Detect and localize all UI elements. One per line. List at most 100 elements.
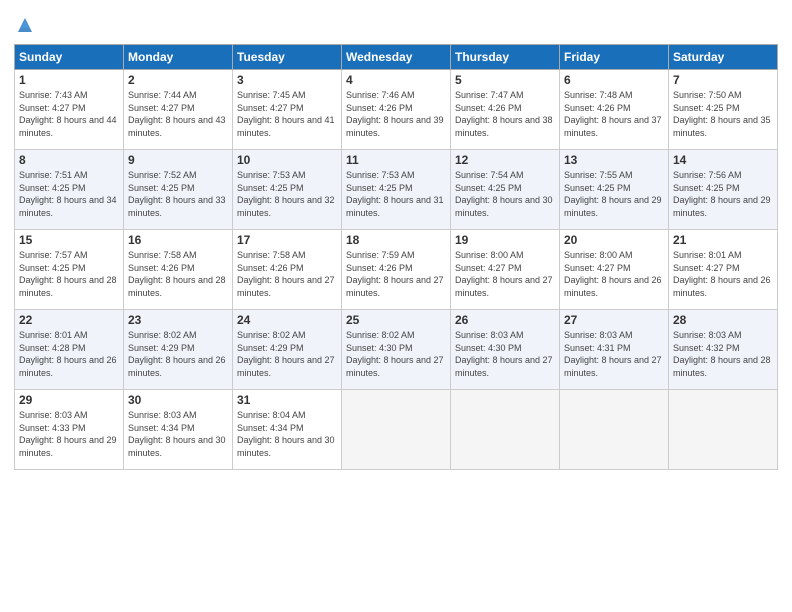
calendar-cell: 21 Sunrise: 8:01 AMSunset: 4:27 PMDayligh… — [669, 230, 778, 310]
day-number: 10 — [237, 153, 337, 167]
day-number: 6 — [564, 73, 664, 87]
day-info: Sunrise: 8:03 AMSunset: 4:30 PMDaylight:… — [455, 330, 553, 378]
calendar-cell: 1 Sunrise: 7:43 AMSunset: 4:27 PMDaylight… — [15, 70, 124, 150]
day-info: Sunrise: 7:43 AMSunset: 4:27 PMDaylight:… — [19, 90, 117, 138]
day-info: Sunrise: 7:59 AMSunset: 4:26 PMDaylight:… — [346, 250, 444, 298]
day-info: Sunrise: 8:00 AMSunset: 4:27 PMDaylight:… — [564, 250, 662, 298]
day-info: Sunrise: 8:00 AMSunset: 4:27 PMDaylight:… — [455, 250, 553, 298]
day-info: Sunrise: 8:02 AMSunset: 4:29 PMDaylight:… — [128, 330, 226, 378]
day-info: Sunrise: 8:03 AMSunset: 4:34 PMDaylight:… — [128, 410, 226, 458]
weekday-header-wednesday: Wednesday — [342, 45, 451, 70]
calendar-cell — [451, 390, 560, 470]
calendar-cell — [669, 390, 778, 470]
day-number: 11 — [346, 153, 446, 167]
calendar-cell: 30 Sunrise: 8:03 AMSunset: 4:34 PMDayligh… — [124, 390, 233, 470]
day-info: Sunrise: 7:48 AMSunset: 4:26 PMDaylight:… — [564, 90, 662, 138]
day-number: 4 — [346, 73, 446, 87]
day-info: Sunrise: 7:52 AMSunset: 4:25 PMDaylight:… — [128, 170, 226, 218]
day-info: Sunrise: 7:55 AMSunset: 4:25 PMDaylight:… — [564, 170, 662, 218]
day-number: 18 — [346, 233, 446, 247]
day-number: 20 — [564, 233, 664, 247]
day-number: 8 — [19, 153, 119, 167]
week-row-3: 15 Sunrise: 7:57 AMSunset: 4:25 PMDayligh… — [15, 230, 778, 310]
calendar-cell: 3Sunrise: 7:45 AMSunset: 4:27 PMDaylight… — [233, 70, 342, 150]
day-info: Sunrise: 8:02 AMSunset: 4:29 PMDaylight:… — [237, 330, 335, 378]
day-info: Sunrise: 8:03 AMSunset: 4:33 PMDaylight:… — [19, 410, 117, 458]
day-info: Sunrise: 7:54 AMSunset: 4:25 PMDaylight:… — [455, 170, 553, 218]
header — [14, 10, 778, 36]
week-row-1: 1 Sunrise: 7:43 AMSunset: 4:27 PMDaylight… — [15, 70, 778, 150]
day-info: Sunrise: 7:53 AMSunset: 4:25 PMDaylight:… — [237, 170, 335, 218]
day-info: Sunrise: 7:44 AMSunset: 4:27 PMDaylight:… — [128, 90, 226, 138]
calendar-cell: 17 Sunrise: 7:58 AMSunset: 4:26 PMDayligh… — [233, 230, 342, 310]
day-info: Sunrise: 7:53 AMSunset: 4:25 PMDaylight:… — [346, 170, 444, 218]
day-number: 15 — [19, 233, 119, 247]
calendar-cell: 29 Sunrise: 8:03 AMSunset: 4:33 PMDayligh… — [15, 390, 124, 470]
calendar-cell: 4 Sunrise: 7:46 AMSunset: 4:26 PMDaylight… — [342, 70, 451, 150]
day-number: 7 — [673, 73, 773, 87]
day-info: Sunrise: 7:45 AMSunset: 4:27 PMDaylight:… — [237, 90, 335, 138]
day-number: 1 — [19, 73, 119, 87]
day-number: 21 — [673, 233, 773, 247]
calendar-cell: 8 Sunrise: 7:51 AMSunset: 4:25 PMDaylight… — [15, 150, 124, 230]
week-row-4: 22Sunrise: 8:01 AMSunset: 4:28 PMDayligh… — [15, 310, 778, 390]
day-info: Sunrise: 8:02 AMSunset: 4:30 PMDaylight:… — [346, 330, 444, 378]
calendar-cell: 20 Sunrise: 8:00 AMSunset: 4:27 PMDayligh… — [560, 230, 669, 310]
day-info: Sunrise: 7:58 AMSunset: 4:26 PMDaylight:… — [128, 250, 226, 298]
weekday-header-thursday: Thursday — [451, 45, 560, 70]
calendar-cell: 18 Sunrise: 7:59 AMSunset: 4:26 PMDayligh… — [342, 230, 451, 310]
day-info: Sunrise: 7:57 AMSunset: 4:25 PMDaylight:… — [19, 250, 117, 298]
calendar-cell: 15 Sunrise: 7:57 AMSunset: 4:25 PMDayligh… — [15, 230, 124, 310]
calendar-cell: 7 Sunrise: 7:50 AMSunset: 4:25 PMDaylight… — [669, 70, 778, 150]
day-number: 14 — [673, 153, 773, 167]
calendar-cell: 24 Sunrise: 8:02 AMSunset: 4:29 PMDayligh… — [233, 310, 342, 390]
weekday-header-row: SundayMondayTuesdayWednesdayThursdayFrid… — [15, 45, 778, 70]
day-info: Sunrise: 8:01 AMSunset: 4:27 PMDaylight:… — [673, 250, 771, 298]
day-info: Sunrise: 7:51 AMSunset: 4:25 PMDaylight:… — [19, 170, 117, 218]
weekday-header-saturday: Saturday — [669, 45, 778, 70]
day-number: 28 — [673, 313, 773, 327]
logo — [14, 14, 38, 36]
day-info: Sunrise: 8:01 AMSunset: 4:28 PMDaylight:… — [19, 330, 117, 378]
calendar-cell: 5Sunrise: 7:47 AMSunset: 4:26 PMDaylight… — [451, 70, 560, 150]
logo-icon — [14, 14, 36, 36]
calendar-cell: 12Sunrise: 7:54 AMSunset: 4:25 PMDayligh… — [451, 150, 560, 230]
calendar-cell: 28 Sunrise: 8:03 AMSunset: 4:32 PMDayligh… — [669, 310, 778, 390]
calendar-container: SundayMondayTuesdayWednesdayThursdayFrid… — [0, 0, 792, 612]
day-number: 23 — [128, 313, 228, 327]
calendar-cell: 22Sunrise: 8:01 AMSunset: 4:28 PMDayligh… — [15, 310, 124, 390]
calendar-cell: 2 Sunrise: 7:44 AMSunset: 4:27 PMDaylight… — [124, 70, 233, 150]
day-info: Sunrise: 8:03 AMSunset: 4:32 PMDaylight:… — [673, 330, 771, 378]
day-number: 16 — [128, 233, 228, 247]
calendar-table: SundayMondayTuesdayWednesdayThursdayFrid… — [14, 44, 778, 470]
day-info: Sunrise: 7:58 AMSunset: 4:26 PMDaylight:… — [237, 250, 335, 298]
weekday-header-monday: Monday — [124, 45, 233, 70]
calendar-cell: 10 Sunrise: 7:53 AMSunset: 4:25 PMDayligh… — [233, 150, 342, 230]
day-info: Sunrise: 8:03 AMSunset: 4:31 PMDaylight:… — [564, 330, 662, 378]
day-number: 24 — [237, 313, 337, 327]
week-row-2: 8 Sunrise: 7:51 AMSunset: 4:25 PMDaylight… — [15, 150, 778, 230]
day-info: Sunrise: 7:46 AMSunset: 4:26 PMDaylight:… — [346, 90, 444, 138]
day-number: 30 — [128, 393, 228, 407]
day-info: Sunrise: 7:50 AMSunset: 4:25 PMDaylight:… — [673, 90, 771, 138]
day-number: 31 — [237, 393, 337, 407]
calendar-cell: 23 Sunrise: 8:02 AMSunset: 4:29 PMDayligh… — [124, 310, 233, 390]
day-number: 27 — [564, 313, 664, 327]
calendar-cell: 27 Sunrise: 8:03 AMSunset: 4:31 PMDayligh… — [560, 310, 669, 390]
day-number: 29 — [19, 393, 119, 407]
calendar-cell: 19Sunrise: 8:00 AMSunset: 4:27 PMDayligh… — [451, 230, 560, 310]
day-number: 13 — [564, 153, 664, 167]
day-number: 9 — [128, 153, 228, 167]
weekday-header-sunday: Sunday — [15, 45, 124, 70]
day-number: 5 — [455, 73, 555, 87]
week-row-5: 29 Sunrise: 8:03 AMSunset: 4:33 PMDayligh… — [15, 390, 778, 470]
calendar-cell: 31 Sunrise: 8:04 AMSunset: 4:34 PMDayligh… — [233, 390, 342, 470]
day-number: 17 — [237, 233, 337, 247]
calendar-cell: 13 Sunrise: 7:55 AMSunset: 4:25 PMDayligh… — [560, 150, 669, 230]
day-number: 2 — [128, 73, 228, 87]
weekday-header-tuesday: Tuesday — [233, 45, 342, 70]
calendar-cell: 26Sunrise: 8:03 AMSunset: 4:30 PMDayligh… — [451, 310, 560, 390]
day-info: Sunrise: 8:04 AMSunset: 4:34 PMDaylight:… — [237, 410, 335, 458]
calendar-cell: 14Sunrise: 7:56 AMSunset: 4:25 PMDayligh… — [669, 150, 778, 230]
calendar-cell: 9 Sunrise: 7:52 AMSunset: 4:25 PMDaylight… — [124, 150, 233, 230]
